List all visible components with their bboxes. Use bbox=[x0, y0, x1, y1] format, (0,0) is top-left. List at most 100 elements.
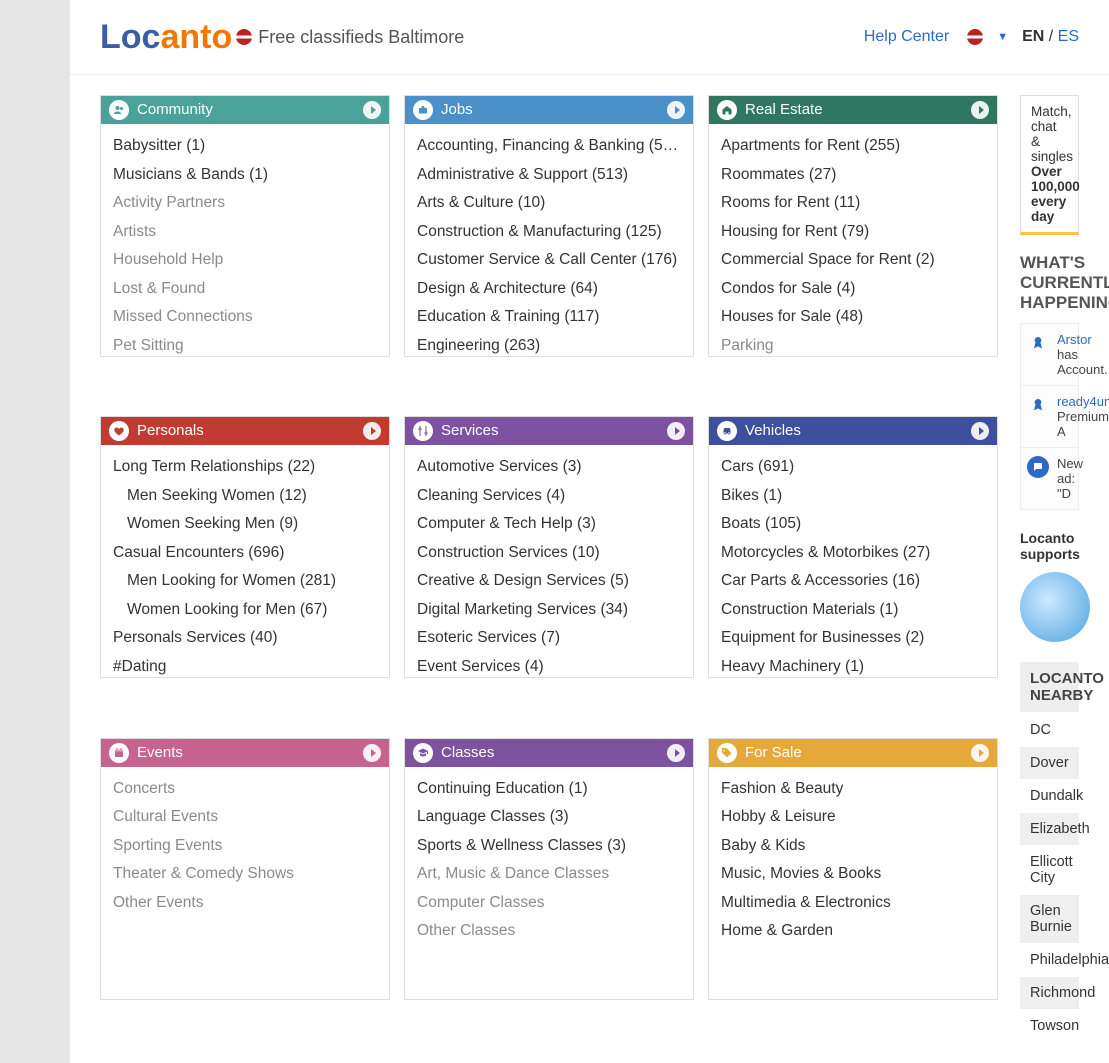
category-link[interactable]: Personals Services (40) bbox=[113, 624, 377, 653]
category-link[interactable]: Theater & Comedy Shows bbox=[113, 860, 377, 889]
category-link[interactable]: Event Services (4) bbox=[417, 653, 681, 679]
category-link[interactable]: Long Term Relationships (22) bbox=[113, 453, 377, 482]
category-link[interactable]: Household Help bbox=[113, 246, 377, 275]
logo[interactable]: Locanto bbox=[100, 18, 232, 57]
user-link[interactable]: Arstor bbox=[1057, 332, 1092, 347]
category-link[interactable]: Construction Materials (1) bbox=[721, 596, 985, 625]
category-link[interactable]: Arts & Culture (10) bbox=[417, 189, 681, 218]
chevron-right-icon[interactable] bbox=[667, 422, 685, 440]
category-header[interactable]: Classes bbox=[405, 739, 693, 767]
lang-en[interactable]: EN bbox=[1022, 28, 1044, 45]
nearby-city-link[interactable]: Philadelphia bbox=[1020, 944, 1079, 977]
category-link[interactable]: Musicians & Bands (1) bbox=[113, 161, 377, 190]
category-link[interactable]: Lost & Found bbox=[113, 275, 377, 304]
category-link[interactable]: Other Classes bbox=[417, 917, 681, 946]
category-header[interactable]: Real Estate bbox=[709, 96, 997, 124]
category-link[interactable]: Activity Partners bbox=[113, 189, 377, 218]
category-link[interactable]: Customer Service & Call Center (176) bbox=[417, 246, 681, 275]
category-header[interactable]: Jobs bbox=[405, 96, 693, 124]
category-link[interactable]: Sports & Wellness Classes (3) bbox=[417, 832, 681, 861]
category-link[interactable]: Men Seeking Women (12) bbox=[113, 482, 377, 511]
nearby-city-link[interactable]: Towson bbox=[1020, 1010, 1079, 1043]
category-link[interactable]: Bikes (1) bbox=[721, 482, 985, 511]
nearby-city-link[interactable]: DC bbox=[1020, 714, 1079, 747]
user-link[interactable]: ready4uno bbox=[1057, 394, 1109, 409]
category-link[interactable]: Other Events bbox=[113, 889, 377, 918]
category-link[interactable]: Music, Movies & Books bbox=[721, 860, 985, 889]
nearby-city-link[interactable]: Dover bbox=[1020, 747, 1079, 780]
category-link[interactable]: Engineering (263) bbox=[417, 332, 681, 358]
category-link[interactable]: #Dating bbox=[113, 653, 377, 679]
category-header[interactable]: Community bbox=[101, 96, 389, 124]
category-link[interactable]: Apartments for Rent (255) bbox=[721, 132, 985, 161]
nearby-city-link[interactable]: Ellicott City bbox=[1020, 846, 1079, 895]
flag-icon[interactable] bbox=[967, 29, 983, 45]
activity-row[interactable]: New ad: "D bbox=[1021, 448, 1078, 509]
category-link[interactable]: Accounting, Financing & Banking (543) bbox=[417, 132, 681, 161]
category-link[interactable]: Sporting Events bbox=[113, 832, 377, 861]
category-link[interactable]: Cleaning Services (4) bbox=[417, 482, 681, 511]
chevron-right-icon[interactable] bbox=[971, 422, 989, 440]
category-link[interactable]: Cars (691) bbox=[721, 453, 985, 482]
ad-panel[interactable]: Match, chat & singles Over 100,000 every… bbox=[1020, 95, 1079, 235]
lang-es[interactable]: ES bbox=[1058, 28, 1079, 45]
category-link[interactable]: Digital Marketing Services (34) bbox=[417, 596, 681, 625]
category-link[interactable]: Pet Sitting bbox=[113, 332, 377, 358]
category-link[interactable]: Esoteric Services (7) bbox=[417, 624, 681, 653]
category-link[interactable]: Art, Music & Dance Classes bbox=[417, 860, 681, 889]
category-header[interactable]: Services bbox=[405, 417, 693, 445]
category-link[interactable]: Motorcycles & Motorbikes (27) bbox=[721, 539, 985, 568]
category-link[interactable]: Continuing Education (1) bbox=[417, 775, 681, 804]
category-link[interactable]: Cultural Events bbox=[113, 803, 377, 832]
category-link[interactable]: Casual Encounters (696) bbox=[113, 539, 377, 568]
category-link[interactable]: Computer Classes bbox=[417, 889, 681, 918]
category-header[interactable]: Events bbox=[101, 739, 389, 767]
chevron-right-icon[interactable] bbox=[667, 744, 685, 762]
chevron-right-icon[interactable] bbox=[971, 101, 989, 119]
category-link[interactable]: Housing for Rent (79) bbox=[721, 218, 985, 247]
category-link[interactable]: Commercial Space for Rent (2) bbox=[721, 246, 985, 275]
category-link[interactable]: Parking bbox=[721, 332, 985, 358]
chevron-down-icon[interactable]: ▼ bbox=[997, 31, 1008, 43]
category-link[interactable]: Women Looking for Men (67) bbox=[113, 596, 377, 625]
category-link[interactable]: Home & Garden bbox=[721, 917, 985, 946]
category-link[interactable]: Administrative & Support (513) bbox=[417, 161, 681, 190]
category-link[interactable]: Condos for Sale (4) bbox=[721, 275, 985, 304]
category-link[interactable]: Men Looking for Women (281) bbox=[113, 567, 377, 596]
category-link[interactable]: Women Seeking Men (9) bbox=[113, 510, 377, 539]
category-link[interactable]: Education & Training (117) bbox=[417, 303, 681, 332]
category-link[interactable]: Fashion & Beauty bbox=[721, 775, 985, 804]
category-link[interactable]: Automotive Services (3) bbox=[417, 453, 681, 482]
activity-row[interactable]: Arstor has Account. bbox=[1021, 324, 1078, 386]
category-link[interactable]: Artists bbox=[113, 218, 377, 247]
category-link[interactable]: Rooms for Rent (11) bbox=[721, 189, 985, 218]
nearby-city-link[interactable]: Dundalk bbox=[1020, 780, 1079, 813]
language-switch[interactable]: EN / ES bbox=[1022, 28, 1079, 46]
chevron-right-icon[interactable] bbox=[363, 744, 381, 762]
nearby-city-link[interactable]: Glen Burnie bbox=[1020, 895, 1079, 944]
category-header[interactable]: Personals bbox=[101, 417, 389, 445]
category-link[interactable]: Car Parts & Accessories (16) bbox=[721, 567, 985, 596]
category-header[interactable]: Vehicles bbox=[709, 417, 997, 445]
category-link[interactable]: Computer & Tech Help (3) bbox=[417, 510, 681, 539]
category-link[interactable]: Roommates (27) bbox=[721, 161, 985, 190]
category-link[interactable]: Equipment for Businesses (2) bbox=[721, 624, 985, 653]
category-link[interactable]: Concerts bbox=[113, 775, 377, 804]
category-header[interactable]: For Sale bbox=[709, 739, 997, 767]
category-link[interactable]: Multimedia & Electronics bbox=[721, 889, 985, 918]
chevron-right-icon[interactable] bbox=[971, 744, 989, 762]
category-link[interactable]: Hobby & Leisure bbox=[721, 803, 985, 832]
chevron-right-icon[interactable] bbox=[667, 101, 685, 119]
category-link[interactable]: Boats (105) bbox=[721, 510, 985, 539]
category-link[interactable]: Missed Connections bbox=[113, 303, 377, 332]
help-center-link[interactable]: Help Center bbox=[864, 28, 949, 46]
category-link[interactable]: Construction & Manufacturing (125) bbox=[417, 218, 681, 247]
category-link[interactable]: Heavy Machinery (1) bbox=[721, 653, 985, 679]
nearby-city-link[interactable]: Elizabeth bbox=[1020, 813, 1079, 846]
category-link[interactable]: Babysitter (1) bbox=[113, 132, 377, 161]
category-link[interactable]: Baby & Kids bbox=[721, 832, 985, 861]
chevron-right-icon[interactable] bbox=[363, 422, 381, 440]
category-link[interactable]: Language Classes (3) bbox=[417, 803, 681, 832]
category-link[interactable]: Design & Architecture (64) bbox=[417, 275, 681, 304]
activity-row[interactable]: ready4uno Premium A bbox=[1021, 386, 1078, 448]
